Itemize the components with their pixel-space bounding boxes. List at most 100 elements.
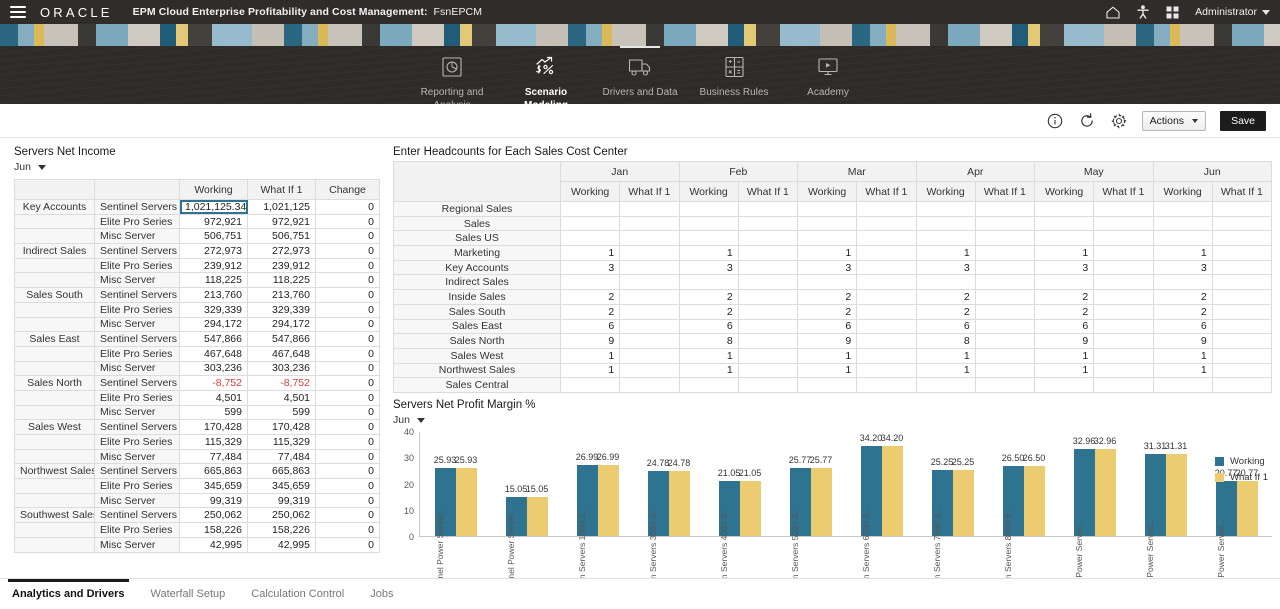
- data-cell-working[interactable]: 4,501: [180, 390, 248, 405]
- headcount-cell[interactable]: [1094, 202, 1153, 217]
- headcount-cell[interactable]: 6: [561, 319, 620, 334]
- data-cell-working[interactable]: 506,751: [180, 229, 248, 244]
- row-header-product[interactable]: Misc Server: [95, 493, 180, 508]
- column-header-scenario[interactable]: What If 1: [620, 182, 679, 202]
- headcount-cell[interactable]: 1: [561, 363, 620, 378]
- row-header-product[interactable]: Elite Pro Series: [95, 479, 180, 494]
- table-row[interactable]: Misc Server42,99542,9950: [15, 537, 380, 552]
- data-cell-whatif[interactable]: 294,172: [248, 317, 316, 332]
- headcount-cell[interactable]: [975, 216, 1034, 231]
- data-cell-working[interactable]: 1,021,125.3499999: [180, 200, 248, 215]
- headcount-cell[interactable]: 2: [1035, 290, 1094, 305]
- data-cell-whatif[interactable]: 1,021,125: [248, 200, 316, 215]
- data-cell-whatif[interactable]: 99,319: [248, 493, 316, 508]
- row-header-cost-center[interactable]: Marketing: [394, 246, 561, 261]
- table-row[interactable]: Inside Sales222222: [394, 290, 1272, 305]
- headcount-cell[interactable]: [857, 231, 916, 246]
- data-cell-whatif[interactable]: 77,484: [248, 449, 316, 464]
- headcount-cell[interactable]: [679, 378, 738, 393]
- table-row[interactable]: Southwest SalesSentinel Servers250,06225…: [15, 508, 380, 523]
- headcount-cell[interactable]: [975, 304, 1034, 319]
- headcount-cell[interactable]: [1035, 216, 1094, 231]
- headcount-cell[interactable]: 2: [916, 304, 975, 319]
- data-cell-whatif[interactable]: 345,659: [248, 479, 316, 494]
- row-header-product[interactable]: Elite Pro Series: [95, 390, 180, 405]
- headcount-cell[interactable]: [738, 319, 797, 334]
- table-row[interactable]: Elite Pro Series467,648467,6480: [15, 346, 380, 361]
- row-header-cost-center[interactable]: Indirect Sales: [394, 275, 561, 290]
- row-header-product[interactable]: Sentinel Servers: [95, 332, 180, 347]
- headcount-cell[interactable]: [1035, 378, 1094, 393]
- data-cell-change[interactable]: 0: [316, 317, 380, 332]
- headcount-cell[interactable]: [798, 392, 857, 393]
- headcount-cell[interactable]: [975, 290, 1034, 305]
- headcount-cell[interactable]: [1094, 260, 1153, 275]
- row-header-product[interactable]: Elite Pro Series: [95, 523, 180, 538]
- headcount-cell[interactable]: [1212, 319, 1271, 334]
- headcount-cell[interactable]: 2: [798, 304, 857, 319]
- table-row[interactable]: Elite Pro Series4,5014,5010: [15, 390, 380, 405]
- column-header-scenario[interactable]: Working: [561, 182, 620, 202]
- headcount-cell[interactable]: [916, 392, 975, 393]
- data-cell-change[interactable]: 0: [316, 537, 380, 552]
- column-header-scenario[interactable]: Working: [1153, 182, 1212, 202]
- headcount-cell[interactable]: [738, 348, 797, 363]
- headcount-cell[interactable]: 1: [1153, 348, 1212, 363]
- headcount-cell[interactable]: [1153, 202, 1212, 217]
- table-row[interactable]: Northwest SalesSentinel Servers665,86366…: [15, 464, 380, 479]
- actions-button[interactable]: Actions: [1142, 111, 1206, 131]
- data-cell-whatif[interactable]: 303,236: [248, 361, 316, 376]
- data-cell-working[interactable]: 239,912: [180, 258, 248, 273]
- column-header-change[interactable]: Change: [316, 180, 380, 200]
- data-cell-change[interactable]: 0: [316, 479, 380, 494]
- data-cell-whatif[interactable]: 250,062: [248, 508, 316, 523]
- headcount-cell[interactable]: [738, 290, 797, 305]
- headcount-cell[interactable]: [738, 231, 797, 246]
- row-header-entity[interactable]: Sales North: [15, 376, 95, 391]
- headcount-cell[interactable]: 2: [679, 290, 738, 305]
- headcount-cell[interactable]: 6: [1035, 319, 1094, 334]
- headcount-cell[interactable]: [975, 392, 1034, 393]
- headcount-cell[interactable]: [916, 231, 975, 246]
- data-cell-whatif[interactable]: 115,329: [248, 435, 316, 450]
- headcount-cell[interactable]: [857, 363, 916, 378]
- headcount-cell[interactable]: [1035, 392, 1094, 393]
- headcount-cell[interactable]: [857, 378, 916, 393]
- headcount-cell[interactable]: 1: [798, 246, 857, 261]
- headcount-cell[interactable]: [798, 202, 857, 217]
- row-header-entity[interactable]: [15, 435, 95, 450]
- row-header-cost-center[interactable]: Inside Sales: [394, 290, 561, 305]
- headcount-cell[interactable]: [1153, 216, 1212, 231]
- headcount-cell[interactable]: 2: [1035, 304, 1094, 319]
- data-cell-working[interactable]: 250,062: [180, 508, 248, 523]
- row-header-product[interactable]: Sentinel Servers: [95, 464, 180, 479]
- data-cell-whatif[interactable]: 547,866: [248, 332, 316, 347]
- data-cell-working[interactable]: 303,236: [180, 361, 248, 376]
- column-header-month[interactable]: May: [1035, 162, 1154, 182]
- row-header-product[interactable]: Elite Pro Series: [95, 214, 180, 229]
- table-row[interactable]: Sales EastSentinel Servers547,866547,866…: [15, 332, 380, 347]
- row-header-cost-center[interactable]: Direct Sales: [394, 392, 561, 393]
- headcount-cell[interactable]: [916, 378, 975, 393]
- column-header-month[interactable]: Feb: [679, 162, 798, 182]
- headcount-cell[interactable]: [975, 334, 1034, 349]
- data-cell-working[interactable]: 272,973: [180, 244, 248, 259]
- row-header-product[interactable]: Sentinel Servers: [95, 200, 180, 215]
- headcount-grid-scroll[interactable]: JanFebMarAprMayJun WorkingWhat If 1Worki…: [393, 161, 1272, 393]
- row-header-entity[interactable]: Key Accounts: [15, 200, 95, 215]
- headcount-cell[interactable]: [738, 378, 797, 393]
- headcount-cell[interactable]: 2: [798, 290, 857, 305]
- headcount-cell[interactable]: 3: [1153, 260, 1212, 275]
- headcount-cell[interactable]: 3: [679, 260, 738, 275]
- headcount-cell[interactable]: 1: [679, 363, 738, 378]
- data-cell-change[interactable]: 0: [316, 435, 380, 450]
- column-header-working[interactable]: Working: [180, 180, 248, 200]
- legend-item[interactable]: Working: [1215, 456, 1268, 467]
- headcount-cell[interactable]: [738, 334, 797, 349]
- net-income-grid[interactable]: Working What If 1 Change Key AccountsSen…: [14, 179, 380, 553]
- data-cell-change[interactable]: 0: [316, 361, 380, 376]
- data-cell-working[interactable]: 599: [180, 405, 248, 420]
- table-row[interactable]: Elite Pro Series239,912239,9120: [15, 258, 380, 273]
- row-header-entity[interactable]: [15, 346, 95, 361]
- data-cell-whatif[interactable]: 42,995: [248, 537, 316, 552]
